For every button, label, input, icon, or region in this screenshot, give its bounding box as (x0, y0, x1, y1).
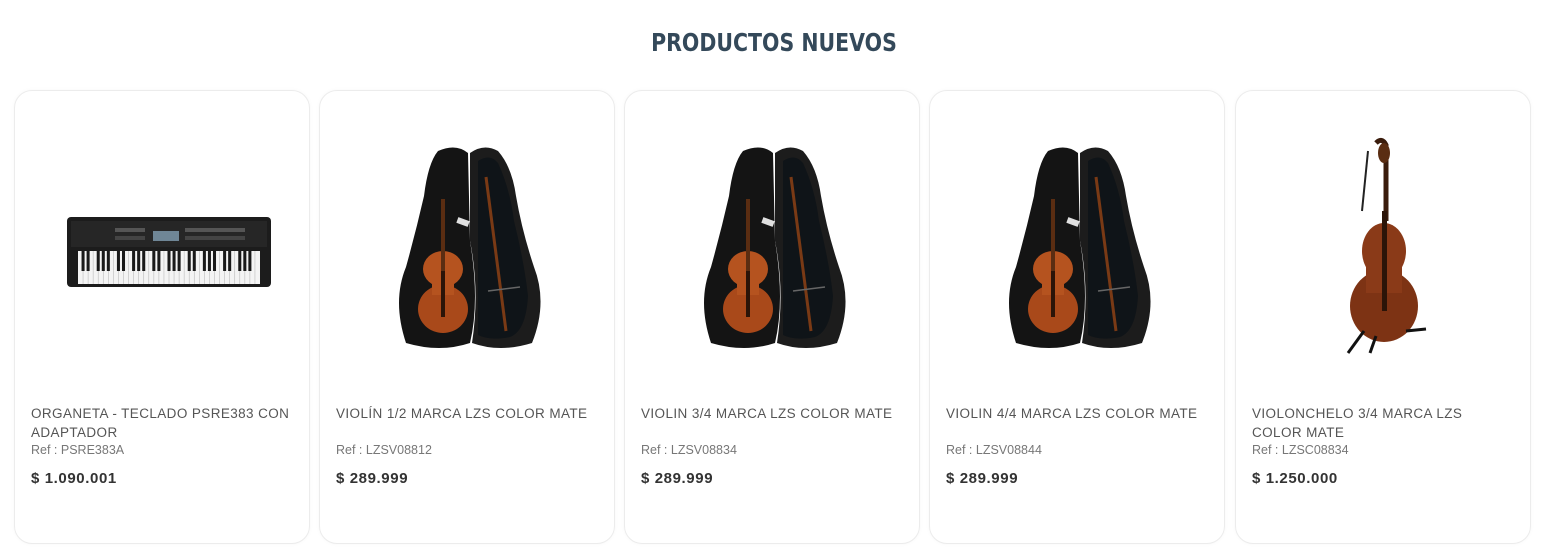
product-name[interactable]: VIOLIN 4/4 MARCA LZS COLOR MATE (946, 404, 1210, 423)
product-price: $ 1.090.001 (31, 470, 117, 487)
violin-case-image[interactable] (320, 91, 616, 391)
product-name[interactable]: VIOLONCHELO 3/4 MARCA LZS COLOR MATE (1252, 404, 1516, 442)
violin-case-image[interactable] (625, 91, 921, 391)
product-ref: Ref : LZSV08844 (946, 443, 1042, 457)
product-name[interactable]: VIOLÍN 1/2 MARCA LZS COLOR MATE (336, 404, 600, 423)
product-price: $ 289.999 (641, 470, 714, 487)
product-ref: Ref : LZSC08834 (1252, 443, 1349, 457)
product-card[interactable]: VIOLIN 4/4 MARCA LZS COLOR MATE Ref : LZ… (929, 90, 1225, 544)
keyboard-image[interactable] (15, 91, 311, 391)
product-price: $ 1.250.000 (1252, 470, 1338, 487)
product-name[interactable]: VIOLIN 3/4 MARCA LZS COLOR MATE (641, 404, 905, 423)
product-name[interactable]: ORGANETA - TECLADO PSRE383 CON ADAPTADOR (31, 404, 295, 442)
product-price: $ 289.999 (946, 470, 1019, 487)
product-price: $ 289.999 (336, 470, 409, 487)
cello-image[interactable] (1236, 91, 1532, 391)
violin-case-image[interactable] (930, 91, 1226, 391)
product-card[interactable]: VIOLIN 3/4 MARCA LZS COLOR MATE Ref : LZ… (624, 90, 920, 544)
product-ref: Ref : LZSV08812 (336, 443, 432, 457)
section-title: PRODUCTOS NUEVOS (651, 28, 897, 57)
product-card[interactable]: VIOLÍN 1/2 MARCA LZS COLOR MATE Ref : LZ… (319, 90, 615, 544)
product-ref: Ref : PSRE383A (31, 443, 125, 457)
product-ref: Ref : LZSV08834 (641, 443, 737, 457)
product-card[interactable]: ORGANETA - TECLADO PSRE383 CON ADAPTADOR… (14, 90, 310, 544)
product-card[interactable]: VIOLONCHELO 3/4 MARCA LZS COLOR MATE Ref… (1235, 90, 1531, 544)
